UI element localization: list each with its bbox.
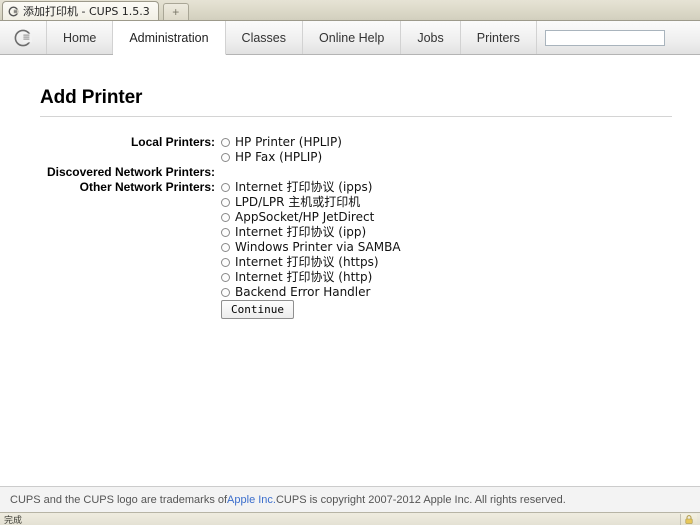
page-title: Add Printer bbox=[40, 87, 143, 108]
other-network-printers-label: Other Network Printers: bbox=[79, 180, 215, 194]
form-row-discovered-network-printers: Discovered Network Printers: bbox=[28, 165, 401, 180]
status-text: 完成 bbox=[4, 515, 23, 526]
footer-text-after: CUPS is copyright 2007-2012 Apple Inc. A… bbox=[275, 493, 566, 506]
browser-tab-bar: 添加打印机 - CUPS 1.5.3 + bbox=[0, 0, 700, 21]
radio-option[interactable]: Internet 打印协议 (ipps) bbox=[221, 180, 401, 195]
radio-icon[interactable] bbox=[221, 273, 230, 282]
cups-logo[interactable] bbox=[0, 21, 47, 54]
local-printers-label: Local Printers: bbox=[130, 135, 215, 149]
lock-glyph-icon bbox=[685, 514, 693, 524]
radio-icon[interactable] bbox=[221, 183, 230, 192]
browser-status-bar: 完成 bbox=[0, 512, 700, 526]
submit-label-spacer bbox=[28, 300, 221, 319]
cups-footer: CUPS and the CUPS logo are trademarks of… bbox=[0, 486, 700, 512]
radio-label: Internet 打印协议 (ipp) bbox=[235, 225, 367, 239]
discovered-network-printers-label: Discovered Network Printers: bbox=[46, 165, 215, 179]
local-printers-options: HP Printer (HPLIP) HP Fax (HPLIP) bbox=[221, 135, 401, 165]
nav-tab-administration[interactable]: Administration bbox=[113, 21, 226, 55]
radio-icon[interactable] bbox=[221, 213, 230, 222]
radio-option[interactable]: Internet 打印协议 (ipp) bbox=[221, 225, 401, 240]
title-divider bbox=[40, 116, 672, 117]
continue-button[interactable]: Continue bbox=[221, 300, 294, 319]
new-tab-button[interactable]: + bbox=[162, 3, 189, 20]
discovered-network-printers-options bbox=[221, 165, 401, 180]
radio-option[interactable]: Backend Error Handler bbox=[221, 285, 401, 300]
radio-icon[interactable] bbox=[221, 243, 230, 252]
nav-tab-printers[interactable]: Printers bbox=[461, 21, 537, 54]
cups-navigation-bar: Home Administration Classes Online Help … bbox=[0, 21, 700, 55]
radio-label: Internet 打印协议 (https) bbox=[235, 255, 379, 269]
radio-label: Internet 打印协议 (http) bbox=[235, 270, 373, 284]
radio-option[interactable]: LPD/LPR 主机或打印机 bbox=[221, 195, 401, 210]
radio-option[interactable]: Internet 打印协议 (https) bbox=[221, 255, 401, 270]
radio-option[interactable]: HP Fax (HPLIP) bbox=[221, 150, 401, 165]
browser-tab-title: 添加打印机 - CUPS 1.5.3 bbox=[23, 5, 150, 18]
search-input[interactable] bbox=[544, 29, 665, 46]
radio-icon[interactable] bbox=[221, 288, 230, 297]
radio-label: LPD/LPR 主机或打印机 bbox=[235, 195, 361, 209]
radio-label: HP Fax (HPLIP) bbox=[235, 150, 323, 164]
radio-icon[interactable] bbox=[221, 138, 230, 147]
radio-icon[interactable] bbox=[221, 258, 230, 267]
radio-label: Windows Printer via SAMBA bbox=[235, 240, 401, 254]
radio-option[interactable]: Windows Printer via SAMBA bbox=[221, 240, 401, 255]
radio-label: HP Printer (HPLIP) bbox=[235, 135, 342, 149]
form-row-local-printers: Local Printers: HP Printer (HPLIP) HP Fa… bbox=[28, 135, 401, 165]
page-content: Add Printer Local Printers: HP Printer (… bbox=[0, 87, 700, 319]
nav-tab-home[interactable]: Home bbox=[47, 21, 114, 54]
cups-logo-icon bbox=[14, 29, 32, 46]
lock-icon[interactable] bbox=[680, 513, 697, 525]
cups-favicon-icon bbox=[8, 6, 19, 16]
nav-search-container bbox=[537, 21, 700, 54]
radio-icon[interactable] bbox=[221, 198, 230, 207]
footer-text-before: CUPS and the CUPS logo are trademarks of bbox=[10, 493, 228, 506]
nav-tab-classes[interactable]: Classes bbox=[226, 21, 304, 54]
other-network-printers-options: Internet 打印协议 (ipps) LPD/LPR 主机或打印机 AppS… bbox=[221, 180, 401, 300]
nav-tab-online-help[interactable]: Online Help bbox=[303, 21, 402, 54]
submit-cell: Continue bbox=[221, 300, 401, 319]
nav-tab-jobs[interactable]: Jobs bbox=[401, 21, 461, 54]
radio-option[interactable]: AppSocket/HP JetDirect bbox=[221, 210, 401, 225]
radio-label: Internet 打印协议 (ipps) bbox=[235, 180, 373, 194]
radio-option[interactable]: HP Printer (HPLIP) bbox=[221, 135, 401, 150]
apple-inc-link[interactable]: Apple Inc. bbox=[227, 494, 276, 506]
radio-label: Backend Error Handler bbox=[235, 285, 371, 299]
cups-page: Home Administration Classes Online Help … bbox=[0, 21, 700, 512]
radio-icon[interactable] bbox=[221, 153, 230, 162]
radio-option[interactable]: Internet 打印协议 (http) bbox=[221, 270, 401, 285]
browser-tab[interactable]: 添加打印机 - CUPS 1.5.3 bbox=[2, 1, 159, 20]
radio-label: AppSocket/HP JetDirect bbox=[235, 210, 375, 224]
add-printer-form: Local Printers: HP Printer (HPLIP) HP Fa… bbox=[28, 135, 401, 319]
form-row-submit: Continue bbox=[28, 300, 401, 319]
form-row-other-network-printers: Other Network Printers: Internet 打印协议 (i… bbox=[28, 180, 401, 300]
radio-icon[interactable] bbox=[221, 228, 230, 237]
